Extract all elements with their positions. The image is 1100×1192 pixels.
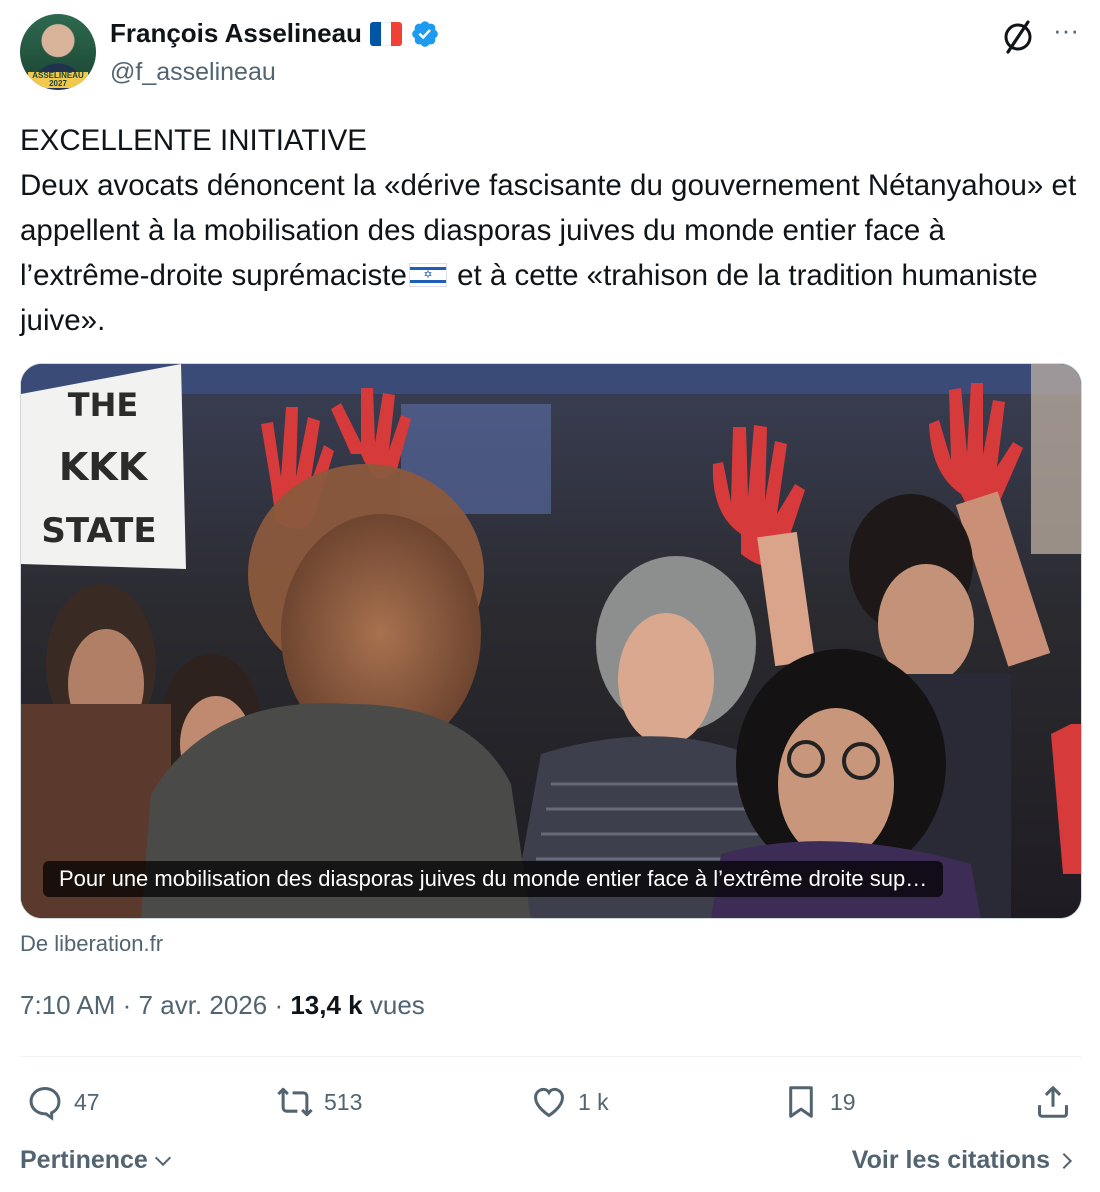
- reply-button[interactable]: 47: [26, 1082, 100, 1122]
- view-quotes-link[interactable]: Voir les citations: [852, 1146, 1078, 1175]
- tweet-meta: 7:10 AM · 7 avr. 2026 · 13,4 k vues: [20, 990, 425, 1021]
- sort-label: Pertinence: [20, 1146, 148, 1174]
- chevron-down-icon: [154, 1156, 171, 1166]
- grok-icon[interactable]: [998, 16, 1038, 56]
- reply-icon: [29, 1087, 61, 1121]
- avatar[interactable]: ASSELINEAU 2027: [20, 14, 96, 90]
- link-card-title[interactable]: Pour une mobilisation des diasporas juiv…: [43, 861, 944, 897]
- share-button[interactable]: [1034, 1082, 1072, 1122]
- protest-sign: THE KKK STATE: [21, 364, 186, 569]
- tweet-date[interactable]: 7 avr. 2026: [139, 990, 268, 1020]
- tweet-time[interactable]: 7:10 AM: [20, 990, 115, 1020]
- sign-line-1: THE: [68, 386, 138, 424]
- more-options-icon[interactable]: ···: [1048, 17, 1084, 50]
- verified-badge-icon: [412, 20, 438, 47]
- divider: [20, 1056, 1082, 1057]
- display-name[interactable]: François Asselineau: [110, 18, 362, 49]
- repost-icon: [277, 1087, 313, 1117]
- bookmark-count: 19: [830, 1088, 856, 1115]
- meta-separator: ·: [274, 990, 284, 1020]
- bookmark-icon: [789, 1086, 813, 1118]
- sign-line-2: KKK: [59, 445, 149, 489]
- reply-count: 47: [74, 1088, 100, 1115]
- share-icon: [1038, 1086, 1068, 1118]
- sign-line-3: STATE: [41, 511, 156, 551]
- views-label: vues: [369, 990, 425, 1020]
- link-source[interactable]: De liberation.fr: [20, 931, 163, 957]
- tweet-header: ASSELINEAU 2027 François Asselineau @f_a…: [20, 14, 1082, 94]
- user-handle[interactable]: @f_asselineau: [110, 58, 276, 87]
- meta-separator: ·: [122, 990, 132, 1020]
- bookmark-button[interactable]: 19: [782, 1082, 856, 1122]
- israel-flag-icon: ✡: [408, 263, 447, 287]
- repost-button[interactable]: 513: [276, 1082, 362, 1122]
- sort-dropdown[interactable]: Pertinence: [20, 1146, 174, 1175]
- link-card[interactable]: THE KKK STATE Pour une mobilisation des …: [20, 363, 1082, 919]
- quotes-label: Voir les citations: [851, 1146, 1050, 1174]
- heart-icon: [534, 1087, 564, 1118]
- protest-photo: THE KKK STATE: [21, 364, 1081, 918]
- like-button[interactable]: 1 k: [530, 1082, 609, 1122]
- avatar-badge: ASSELINEAU 2027: [28, 72, 88, 88]
- tweet-text: EXCELLENTE INITIATIVE Deux avocats dénon…: [20, 118, 1080, 343]
- france-flag-icon: [369, 21, 402, 46]
- repost-count: 513: [324, 1088, 363, 1115]
- name-row: François Asselineau: [110, 18, 440, 49]
- like-count: 1 k: [578, 1088, 609, 1115]
- chevron-right-icon: [1062, 1152, 1073, 1169]
- views-count: 13,4 k: [290, 990, 363, 1020]
